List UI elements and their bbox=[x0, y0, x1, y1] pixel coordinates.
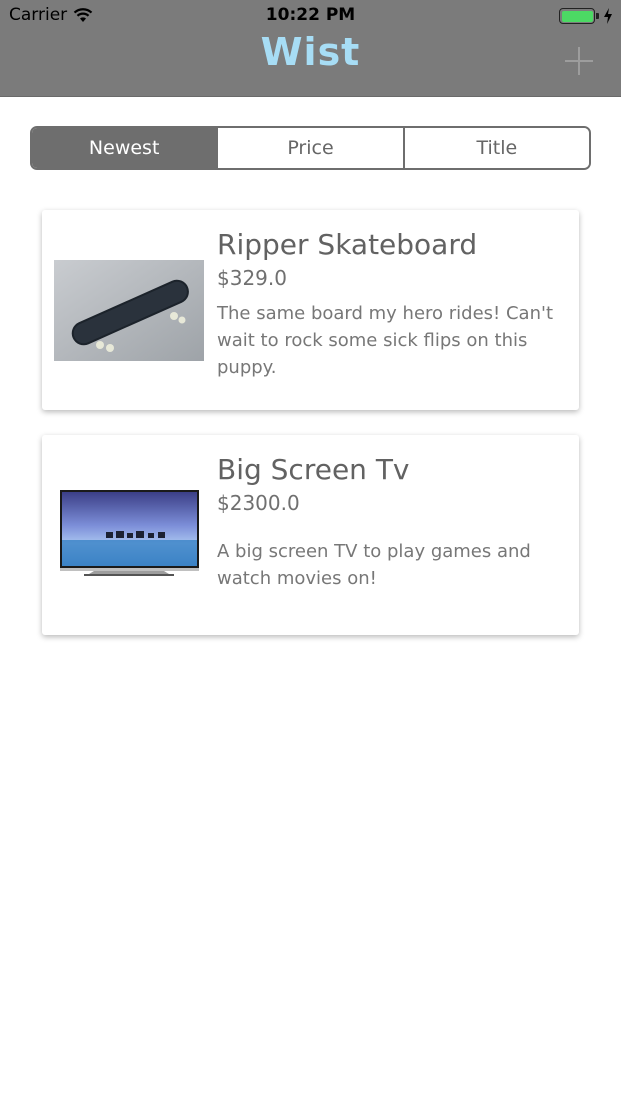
item-title: Big Screen Tv bbox=[217, 453, 410, 486]
sort-segment-newest[interactable]: Newest bbox=[32, 128, 217, 168]
item-price: $2300.0 bbox=[217, 491, 300, 515]
charging-bolt-icon bbox=[604, 8, 612, 24]
battery-indicator bbox=[559, 8, 613, 24]
sort-segmented-control: Newest Price Title bbox=[30, 126, 591, 170]
battery-cap bbox=[596, 13, 599, 19]
wishlist-item-card[interactable]: Big Screen Tv $2300.0 A big screen TV to… bbox=[42, 435, 579, 635]
skateboard-image bbox=[54, 260, 204, 361]
item-description: The same board my hero rides! Can't wait… bbox=[217, 303, 553, 378]
app-title: Wist bbox=[260, 30, 361, 74]
item-price: $329.0 bbox=[217, 266, 287, 290]
clock: 10:22 PM bbox=[265, 5, 356, 25]
sort-segment-price[interactable]: Price bbox=[216, 128, 403, 168]
status-bar: Carrier 10:22 PM bbox=[0, 0, 621, 32]
wishlist-item-card[interactable]: Ripper Skateboard $329.0 The same board … bbox=[42, 210, 579, 410]
add-item-button[interactable] bbox=[565, 47, 593, 75]
item-description: A big screen TV to play games and watch … bbox=[217, 541, 531, 589]
television-image bbox=[60, 490, 199, 576]
navigation-bar: Carrier 10:22 PM Wist bbox=[0, 0, 621, 97]
sort-segment-title[interactable]: Title bbox=[402, 128, 589, 168]
battery-icon bbox=[559, 8, 595, 24]
item-title: Ripper Skateboard bbox=[217, 228, 478, 261]
battery-level-fill bbox=[561, 10, 593, 22]
